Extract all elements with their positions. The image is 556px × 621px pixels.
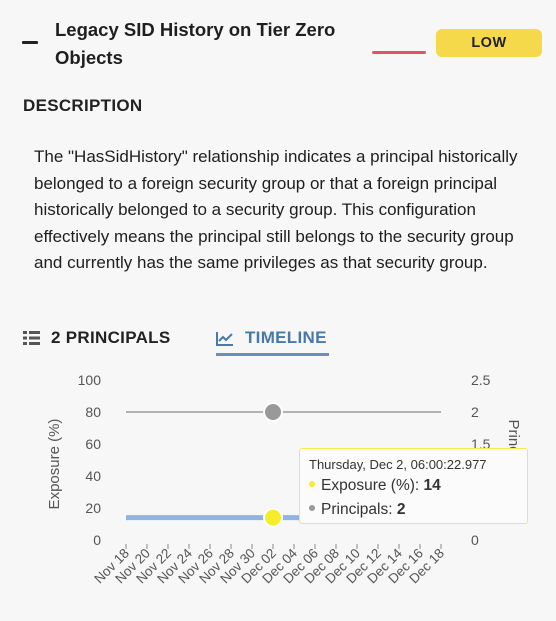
y2-tick-label: 0 — [471, 532, 479, 548]
active-tab-indicator — [216, 353, 329, 356]
tooltip-row-exposure: Exposure (%): 14 — [309, 475, 527, 497]
finding-header[interactable]: Legacy SID History on Tier Zero Objects … — [0, 0, 556, 80]
description-text: The "HasSidHistory" relationship indicat… — [34, 147, 518, 273]
tooltip-exposure-value: 14 — [423, 477, 441, 494]
tooltip-time: Thursday, Dec 2, 06:00:22.977 — [309, 457, 487, 472]
y2-tick-label: 2.5 — [471, 372, 491, 388]
list-icon — [23, 331, 40, 345]
tab-principals[interactable]: 2 PRINCIPALS — [23, 322, 170, 354]
y-tick-label: 80 — [85, 404, 101, 420]
exposure-dot-icon — [309, 480, 315, 487]
principals-point — [263, 402, 283, 422]
y-tick-label: 60 — [85, 436, 101, 452]
view-tabs: 2 PRINCIPALS TIMELINE — [0, 322, 556, 362]
y-tick-label: 0 — [93, 532, 101, 548]
tooltip-row-principals: Principals: 2 — [309, 499, 527, 521]
tab-timeline[interactable]: TIMELINE — [216, 322, 327, 354]
tooltip-principals-label: Principals: — [321, 501, 393, 518]
y2-tick-label: 2 — [471, 404, 479, 420]
y-tick-label: 40 — [85, 468, 101, 484]
tooltip-exposure-label: Exposure (%): — [321, 477, 420, 494]
tab-principals-label: 2 PRINCIPALS — [51, 328, 171, 347]
finding-card: Legacy SID History on Tier Zero Objects … — [0, 0, 556, 621]
trend-chart-icon — [216, 331, 234, 346]
chart-tooltip: Thursday, Dec 2, 06:00:22.977 Exposure (… — [299, 448, 528, 524]
y-tick-label: 100 — [78, 372, 102, 388]
y-tick-label: 20 — [85, 500, 101, 516]
tooltip-principals-value: 2 — [396, 501, 406, 518]
collapse-icon[interactable] — [22, 41, 38, 44]
description-heading: DESCRIPTION — [23, 96, 143, 115]
exposure-point — [263, 507, 283, 528]
tab-timeline-label: TIMELINE — [245, 328, 327, 347]
principals-dot-icon — [309, 504, 315, 511]
severity-badge: LOW — [436, 29, 542, 57]
y-axis-label: Exposure (%) — [46, 419, 63, 510]
severity-indicator-line — [372, 51, 426, 54]
finding-title: Legacy SID History on Tier Zero Objects — [55, 19, 336, 68]
